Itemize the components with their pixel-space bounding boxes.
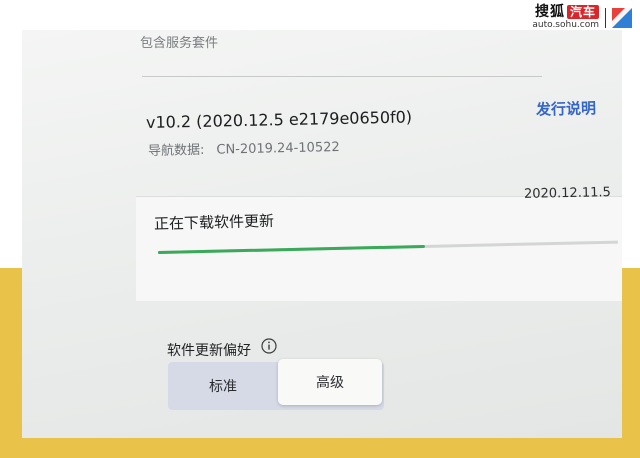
download-status-label: 正在下载软件更新: [153, 211, 275, 233]
tesla-screen: 包含服务套件 v10.2 (2020.12.5 e2179e0650f0) 导航…: [22, 30, 622, 438]
preference-advanced-option[interactable]: 高级: [278, 359, 382, 405]
update-preference-toggle: 标准 高级: [168, 359, 384, 410]
nav-data-value: CN-2019.24-10522: [216, 139, 340, 158]
included-package-label: 包含服务套件: [140, 36, 219, 51]
watermark-divider: [605, 7, 606, 28]
nav-data-row: 导航数据: CN-2019.24-10522: [148, 136, 340, 159]
software-version: v10.2 (2020.12.5 e2179e0650f0): [145, 107, 413, 132]
sohu-watermark: 搜狐 汽车 auto.sohu.com: [532, 5, 632, 30]
release-notes-link[interactable]: 发行说明: [536, 97, 597, 120]
sohu-logo-icon: [612, 7, 632, 28]
preference-standard-option[interactable]: 标准: [168, 362, 278, 410]
update-version-date: 2020.12.11.5: [523, 185, 611, 202]
section-divider: [142, 76, 542, 77]
watermark-url: auto.sohu.com: [532, 20, 599, 30]
watermark-brand-tag: 汽车: [566, 5, 599, 19]
watermark-brand: 搜狐 汽车: [535, 5, 599, 19]
update-preference-label: 软件更新偏好: [167, 343, 251, 359]
nav-data-label: 导航数据:: [147, 142, 205, 159]
info-icon[interactable]: [261, 338, 277, 354]
